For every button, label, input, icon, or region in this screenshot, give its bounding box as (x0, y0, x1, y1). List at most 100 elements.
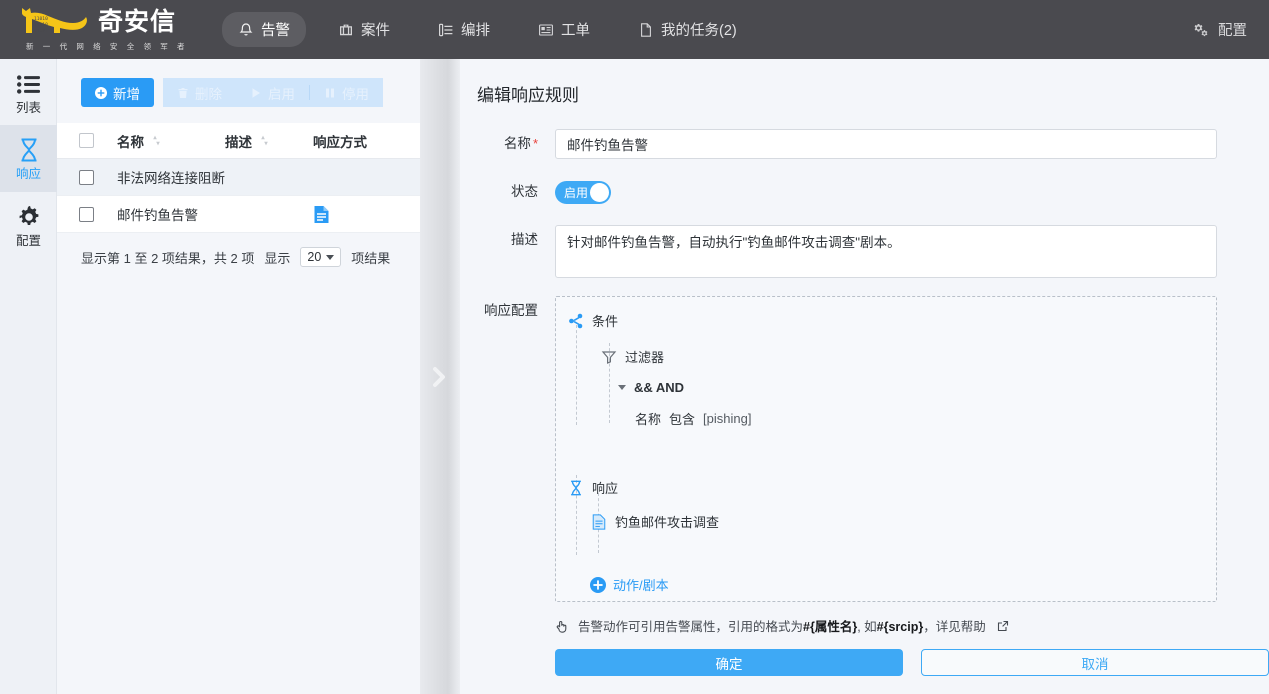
brand-tagline: 新 一 代 网 络 安 全 领 军 者 (26, 42, 189, 51)
tree-node-rule[interactable]: 名称 包含 [pishing] (556, 409, 1216, 428)
rail-item-list[interactable]: 列表 (0, 59, 57, 125)
tree-node-response[interactable]: 响应 (556, 478, 1216, 497)
rail-label-list: 列表 (15, 101, 41, 115)
column-label-desc: 描述 (225, 134, 252, 150)
add-rule-button[interactable]: 新增 (81, 78, 154, 107)
field-row-config: 响应配置 条件 过滤器 && AND 名称 包含 [pishing] 响应 钓鱼… (460, 296, 1269, 602)
sort-icon[interactable] (259, 134, 270, 147)
edit-rule-form: 编辑响应规则 名称* 状态 启用 描述 响应配置 (460, 59, 1269, 694)
pagination-summary: 显示第 1 至 2 项结果，共 2 项 (81, 250, 255, 266)
nav-item-tickets[interactable]: 工单 (522, 12, 606, 47)
row-select-cell (79, 169, 117, 185)
nav-item-cases[interactable]: 案件 (322, 12, 406, 47)
column-label-name: 名称 (117, 134, 144, 150)
response-config-tree: 条件 过滤器 && AND 名称 包含 [pishing] 响应 钓鱼邮件攻击调… (555, 296, 1217, 602)
field-row-desc: 描述 (460, 225, 1269, 278)
enable-rule-label: 启用 (268, 86, 295, 102)
tree-node-condition[interactable]: 条件 (556, 311, 1216, 330)
row-response (313, 205, 420, 224)
header-right: 配置 (1193, 19, 1269, 40)
hand-point-icon (555, 619, 569, 633)
chevron-down-icon (326, 254, 335, 260)
nav-label-alerts: 告警 (261, 23, 290, 39)
doc-icon[interactable] (313, 205, 330, 224)
row-select-cell (79, 206, 117, 222)
status-toggle-label: 启用 (564, 186, 589, 200)
brand-name: 奇安信 (98, 7, 177, 36)
tree-label-playbook: 钓鱼邮件攻击调查 (615, 515, 720, 530)
trash-icon (177, 87, 189, 99)
confirm-button[interactable]: 确定 (555, 649, 903, 676)
rail-item-config[interactable]: 配置 (0, 192, 57, 258)
name-input[interactable] (555, 129, 1217, 159)
hint-text-2: , 如 (857, 620, 877, 634)
rules-table: 名称 描述 响应方式 非法网络连接阻断 邮件钓鱼告警 (57, 123, 420, 233)
enable-rule-button[interactable]: 启用 (236, 78, 309, 107)
funnel-icon (601, 349, 617, 365)
chevron-right-icon (429, 362, 451, 392)
nav-item-orchestration[interactable]: 编排 (422, 12, 506, 47)
nav-label-orchestration: 编排 (461, 23, 490, 39)
rule-operator: 包含 (669, 412, 696, 427)
tree-node-operator[interactable]: && AND (556, 380, 1216, 395)
tree-node-filter[interactable]: 过滤器 (556, 347, 1216, 366)
form-actions: 确定 取消 (460, 649, 1269, 676)
hint-text-3: ，详见帮助 (923, 620, 986, 634)
hint-text-1: 告警动作可引用告警属性，引用的格式为 (578, 620, 804, 634)
doc-icon (591, 513, 607, 530)
add-action-button[interactable]: 动作/剧本 (556, 575, 1216, 594)
pagination-unit-label: 项结果 (351, 250, 391, 266)
app-root: 11010 10110 01101 奇安信 新 一 代 网 络 安 全 领 军 … (0, 0, 1269, 694)
add-rule-label: 新增 (113, 86, 140, 102)
header-config-label: 配置 (1218, 23, 1247, 39)
table-header-row: 名称 描述 响应方式 (57, 123, 420, 159)
briefcase-icon (338, 22, 354, 38)
select-all-checkbox[interactable] (79, 133, 94, 148)
share-nodes-icon (568, 313, 584, 329)
desc-label: 描述 (511, 232, 538, 247)
status-toggle[interactable]: 启用 (555, 181, 611, 204)
delete-rule-label: 删除 (195, 86, 222, 102)
column-header-name[interactable]: 名称 (117, 131, 225, 151)
nav-item-my-tasks[interactable]: 我的任务(2) (622, 12, 753, 47)
status-label: 状态 (511, 184, 538, 199)
description-textarea[interactable] (555, 225, 1217, 278)
page-size-select[interactable]: 20 (300, 247, 342, 267)
header-config-button[interactable]: 配置 (1193, 19, 1247, 40)
svg-text:10110: 10110 (34, 22, 48, 28)
disable-rule-button[interactable]: 停用 (310, 78, 383, 107)
plus-circle-icon (590, 576, 606, 593)
pagination-show-label: 显示 (264, 250, 291, 266)
row-checkbox[interactable] (79, 206, 94, 222)
pause-icon (324, 87, 336, 99)
bell-icon (238, 22, 254, 38)
sort-icon[interactable] (151, 134, 162, 147)
panel-collapse-handle[interactable] (420, 59, 460, 694)
svg-text:01101: 01101 (34, 28, 48, 34)
caret-down-icon[interactable] (618, 385, 626, 390)
qianxin-tiger-logo-icon: 11010 10110 01101 (18, 7, 92, 37)
external-link-icon[interactable] (997, 620, 1009, 632)
table-row[interactable]: 非法网络连接阻断 (57, 159, 420, 196)
column-label-response: 响应方式 (313, 134, 367, 150)
table-row[interactable]: 邮件钓鱼告警 (57, 196, 420, 233)
column-header-desc[interactable]: 描述 (225, 131, 313, 151)
hourglass-icon (0, 137, 57, 163)
hint-bold-1: #{属性名} (803, 620, 858, 634)
delete-rule-button[interactable]: 删除 (163, 78, 236, 107)
select-all-cell (79, 133, 117, 148)
nav-item-alerts[interactable]: 告警 (222, 12, 306, 47)
toolbar-disabled-group: 删除 启用 停用 (163, 78, 383, 107)
hint-row: 告警动作可引用告警属性，引用的格式为#{属性名}, 如#{srcip}，详见帮助 (460, 616, 1269, 635)
brand-logo-block[interactable]: 11010 10110 01101 奇安信 新 一 代 网 络 安 全 领 军 … (0, 0, 208, 59)
rail-item-response[interactable]: 响应 (0, 125, 57, 192)
tree-node-playbook[interactable]: 钓鱼邮件攻击调查 (556, 512, 1216, 531)
page-title: 编辑响应规则 (477, 86, 579, 105)
row-checkbox[interactable] (79, 169, 94, 185)
rule-value: [pishing] (703, 411, 752, 426)
field-row-name: 名称 * (460, 129, 1269, 159)
hint-bold-2: #{srcip} (876, 620, 924, 634)
flow-icon (438, 22, 454, 38)
cancel-button[interactable]: 取消 (921, 649, 1269, 676)
list-toolbar: 新增 删除 启用 停用 (57, 59, 420, 107)
